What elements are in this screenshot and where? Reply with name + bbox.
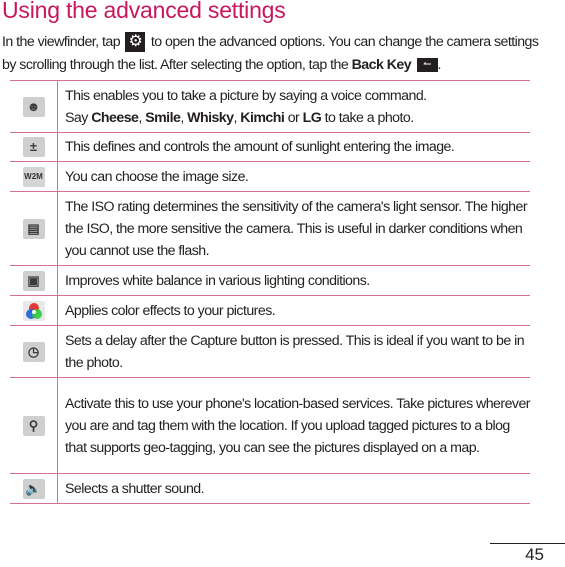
page-number-rule <box>490 543 565 544</box>
voice-shutter-icon: ☻ <box>22 96 45 117</box>
table-row: W2M You can choose the image size. <box>10 161 530 192</box>
table-row: 🔈 Selects a shutter sound. <box>10 473 530 504</box>
intro-paragraph: In the viewfinder, tap ⚙ to open the adv… <box>2 31 542 77</box>
shutter-sound-icon: 🔈 <box>22 478 45 499</box>
page-title: Using the advanced settings <box>2 0 286 23</box>
keyword: LG <box>302 109 322 126</box>
table-row: ▣ Improves white balance in various ligh… <box>10 265 530 296</box>
settings-gear-icon: ⚙ <box>125 32 146 53</box>
color-effect-icon <box>22 300 45 321</box>
row-text: Applies color effects to your pictures. <box>57 295 530 326</box>
table-row: ☻ This enables you to take a picture by … <box>10 80 530 133</box>
row-text: Improves white balance in various lighti… <box>57 265 530 296</box>
page-number: 45 <box>525 545 544 564</box>
table-row: ⚲ Activate this to use your phone's loca… <box>10 377 531 474</box>
keyword: Smile <box>145 109 181 126</box>
keyword: Whisky <box>187 109 234 126</box>
row-text: Say <box>65 109 88 126</box>
back-key-icon: ↼ <box>416 58 438 73</box>
row-text: This enables you to take a picture by sa… <box>65 87 427 104</box>
intro-text-1: In the viewfinder, tap <box>2 34 121 50</box>
iso-icon: ▤ <box>22 218 45 239</box>
table-row: ◷ Sets a delay after the Capture button … <box>10 325 530 378</box>
row-text: to take a photo. <box>324 109 415 126</box>
white-balance-icon: ▣ <box>22 270 45 291</box>
row-text: The ISO rating determines the sensitivit… <box>57 191 530 266</box>
table-row: Applies color effects to your pictures. <box>10 295 530 326</box>
back-key-label: Back Key <box>351 57 412 73</box>
timer-icon: ◷ <box>22 341 45 362</box>
keyword: Kimchi <box>240 109 285 126</box>
exposure-icon: ± <box>22 137 45 157</box>
row-text: Sets a delay after the Capture button is… <box>57 325 530 378</box>
table-row: ▤ The ISO rating determines the sensitiv… <box>10 191 530 266</box>
row-text: This defines and controls the amount of … <box>57 132 530 162</box>
row-text: Selects a shutter sound. <box>57 473 530 504</box>
image-size-icon: W2M <box>22 166 45 187</box>
intro-text-3: . <box>437 57 442 73</box>
geotagging-icon: ⚲ <box>22 415 45 436</box>
row-text: Activate this to use your phone's locati… <box>57 377 531 474</box>
table-row: ± This defines and controls the amount o… <box>10 132 530 162</box>
keyword: Cheese <box>91 109 139 126</box>
settings-table: ☻ This enables you to take a picture by … <box>10 80 531 504</box>
row-text: You can choose the image size. <box>57 161 530 192</box>
